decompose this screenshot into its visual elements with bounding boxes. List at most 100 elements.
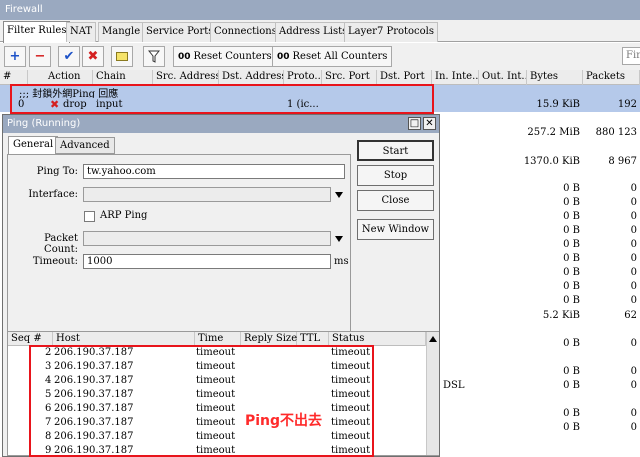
column-header[interactable]: Dst. Address: [219, 70, 284, 85]
column-header[interactable]: Seq #: [8, 332, 53, 346]
row-bytes: 0 B: [563, 380, 580, 391]
tab-service-ports[interactable]: Service Ports: [142, 22, 218, 42]
arp-ping-label: ARP Ping: [100, 210, 148, 221]
row-bytes: 0 B: [563, 366, 580, 377]
rules-table-header: # Action Chain Src. Address Dst. Address…: [0, 70, 640, 85]
column-header[interactable]: Proto...: [284, 70, 322, 85]
interface-cell: DSL: [443, 380, 465, 391]
row-packets: 0: [630, 211, 637, 222]
filter-icon: [147, 50, 161, 63]
results-header: Seq # Host Time Reply Size TTL Status: [8, 332, 426, 346]
column-header[interactable]: Host: [53, 332, 195, 346]
row-packets: 880 123: [595, 127, 637, 138]
row-packets: 0: [630, 197, 637, 208]
row-bytes: 0 B: [563, 422, 580, 433]
row-packets: 0: [630, 295, 637, 306]
row-bytes: 0 B: [563, 408, 580, 419]
column-header[interactable]: Time: [195, 332, 241, 346]
find-input[interactable]: Fir: [622, 47, 640, 65]
remove-button[interactable]: −: [29, 46, 51, 67]
ping-to-input[interactable]: tw.yahoo.com: [83, 164, 345, 179]
tab-bar: Filter Rules NAT Mangle Service Ports Co…: [0, 20, 640, 43]
rule-bytes: 15.9 KiB: [536, 99, 580, 110]
column-header[interactable]: TTL: [297, 332, 329, 346]
new-window-button[interactable]: New Window: [357, 219, 434, 240]
maximize-button[interactable]: □: [408, 117, 421, 130]
highlight-box: [10, 84, 434, 114]
row-bytes: 0 B: [563, 183, 580, 194]
tab-advanced[interactable]: Advanced: [55, 137, 115, 154]
timeout-label: Timeout:: [32, 256, 78, 267]
arp-ping-checkbox[interactable]: [84, 211, 95, 222]
minus-icon: −: [34, 49, 46, 64]
tab-address-lists[interactable]: Address Lists: [275, 22, 352, 42]
row-packets: 0: [630, 267, 637, 278]
results-scrollbar[interactable]: [426, 332, 439, 455]
row-packets: 0: [630, 338, 637, 349]
reset-all-counters-button[interactable]: 00 Reset All Counters: [272, 46, 393, 67]
filter-button[interactable]: [143, 46, 165, 67]
column-header[interactable]: Src. Port: [322, 70, 377, 85]
general-pane: Ping To: tw.yahoo.com Interface: ARP Pin…: [7, 154, 351, 334]
window-title: Firewall: [0, 0, 640, 20]
chevron-down-icon[interactable]: [335, 236, 343, 242]
timeout-input[interactable]: 1000: [83, 254, 331, 269]
row-packets: 0: [630, 183, 637, 194]
tab-layer7-protocols[interactable]: Layer7 Protocols: [344, 22, 439, 42]
packet-count-label: Packet Count:: [44, 233, 78, 255]
disable-button[interactable]: ✖: [82, 46, 104, 67]
close-window-button[interactable]: ✕: [423, 117, 436, 130]
row-bytes: 0 B: [563, 211, 580, 222]
tab-general[interactable]: General: [8, 136, 59, 155]
start-button[interactable]: Start: [357, 140, 434, 161]
interface-select[interactable]: [83, 187, 331, 202]
x-icon: ✖: [87, 49, 99, 64]
row-packets: 0: [630, 366, 637, 377]
column-header[interactable]: #: [0, 70, 28, 85]
maximize-icon: □: [409, 118, 420, 129]
close-icon: ✕: [425, 118, 434, 129]
row-bytes: 0 B: [563, 267, 580, 278]
row-packets: 0: [630, 225, 637, 236]
close-button[interactable]: Close: [357, 190, 434, 211]
column-header[interactable]: Bytes: [527, 70, 583, 85]
column-header[interactable]: Src. Address: [153, 70, 219, 85]
column-header[interactable]: Dst. Port: [377, 70, 432, 85]
row-bytes: 0 B: [563, 197, 580, 208]
row-packets: 0: [630, 239, 637, 250]
annotation-text: Ping不出去: [245, 413, 323, 429]
stop-button[interactable]: Stop: [357, 165, 434, 186]
scroll-up-icon[interactable]: [429, 336, 437, 342]
ping-window-title: Ping (Running): [3, 115, 439, 133]
tab-nat[interactable]: NAT: [66, 22, 97, 42]
column-header[interactable]: Chain: [93, 70, 153, 85]
interface-label: Interface:: [28, 189, 78, 200]
rule-packets: 192: [617, 99, 637, 110]
column-header[interactable]: In. Inte...: [432, 70, 479, 85]
tab-connections[interactable]: Connections: [210, 22, 281, 42]
chevron-down-icon[interactable]: [335, 192, 343, 198]
plus-icon: +: [9, 49, 21, 64]
tab-mangle[interactable]: Mangle: [98, 22, 145, 42]
reset-counters-button[interactable]: 00 Reset Counters: [173, 46, 277, 67]
column-header[interactable]: Out. Int...: [479, 70, 527, 85]
column-header[interactable]: Status: [329, 332, 426, 346]
row-packets: 0: [630, 380, 637, 391]
packet-count-select[interactable]: [83, 231, 331, 246]
tab-filter-rules[interactable]: Filter Rules: [3, 21, 71, 43]
row-packets: 8 967: [608, 156, 637, 167]
timeout-unit: ms: [334, 256, 349, 267]
comment-button[interactable]: [111, 46, 133, 67]
row-packets: 0: [630, 408, 637, 419]
column-header[interactable]: Action: [45, 70, 93, 85]
results-highlight-box: [29, 345, 374, 457]
column-header[interactable]: Packets: [583, 70, 640, 85]
row-packets: 0: [630, 422, 637, 433]
ping-to-label: Ping To:: [36, 166, 78, 177]
column-header[interactable]: Reply Size: [241, 332, 297, 346]
check-icon: ✔: [63, 49, 75, 64]
comment-icon: [116, 52, 128, 61]
row-bytes: 0 B: [563, 338, 580, 349]
add-button[interactable]: +: [4, 46, 26, 67]
enable-button[interactable]: ✔: [58, 46, 80, 67]
